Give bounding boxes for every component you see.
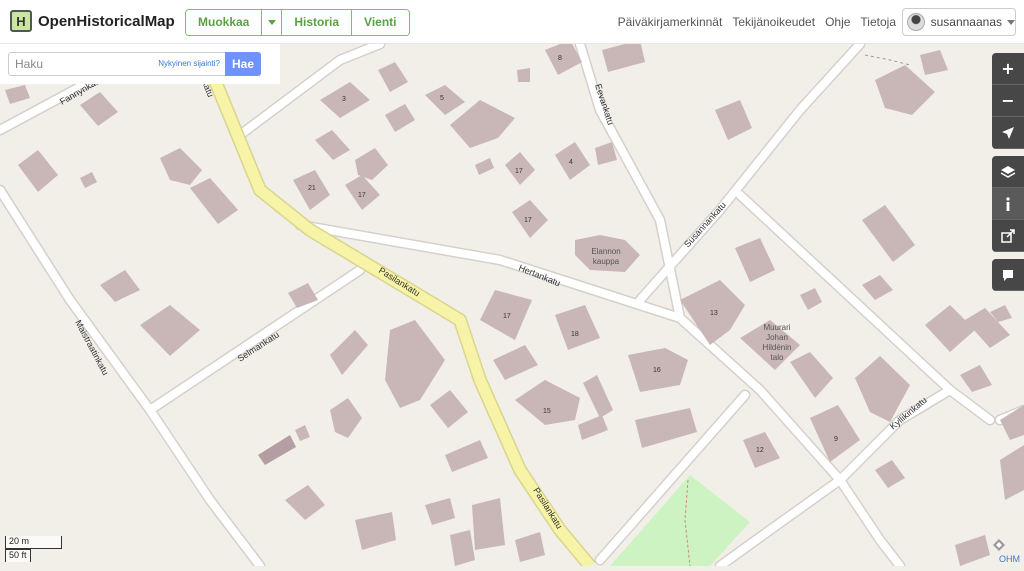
search-input[interactable] [9,53,149,75]
ohm-logo-icon: H [10,10,32,32]
scale-imperial: 50 ft [5,549,31,562]
poi-hilden-line3: Hildénin [763,343,792,352]
edit-button[interactable]: Muokkaa [186,10,262,35]
locate-button[interactable] [992,117,1024,149]
nav-help[interactable]: Ohje [825,15,850,29]
house-number: 17 [524,217,532,224]
map-canvas[interactable]: Fannynkatu katu Eevankatu Hertankatu Sus… [0,0,1024,566]
user-name: susannaanas [931,15,1002,29]
info-icon [1005,197,1011,211]
nav-about[interactable]: Tietoja [860,15,896,29]
attribution-link[interactable]: OHM [999,554,1020,564]
poi-hilden-line1: Muurari [763,323,790,332]
house-number: 17 [358,192,366,199]
house-number: 16 [653,367,661,374]
search-panel: Nykyinen sijainti? Hae [0,44,280,84]
top-header: H OpenHistoricalMap Muokkaa Historia Vie… [0,0,1024,44]
map-controls: + − [992,53,1024,298]
house-number: 4 [569,159,573,166]
share-icon [1000,228,1016,244]
user-menu-button[interactable]: susannaanas [902,8,1016,36]
ohm-attribution-icon [992,538,1006,552]
house-number: 9 [834,436,838,443]
house-number: 3 [342,96,346,103]
house-number: 12 [756,447,764,454]
house-number: 17 [503,313,511,320]
where-am-i-link[interactable]: Nykyinen sijainti? [158,59,220,68]
avatar [907,13,925,31]
house-number: 18 [571,331,579,338]
house-number: 5 [440,95,444,102]
edit-history-export-group: Muokkaa Historia Vienti [185,9,410,36]
nav-diary-entries[interactable]: Päiväkirjamerkinnät [618,15,723,29]
house-number: 15 [543,408,551,415]
secondary-nav: Päiväkirjamerkinnät Tekijänoikeudet Ohje… [608,0,896,44]
plus-icon: + [1001,59,1014,78]
note-button[interactable] [992,259,1024,291]
app-title: OpenHistoricalMap [38,13,175,30]
history-button[interactable]: Historia [282,10,352,35]
poi-hilden-line2: Johan [766,333,788,342]
layers-button[interactable] [992,156,1024,188]
search-box: Nykyinen sijainti? [8,52,226,76]
chevron-down-icon [268,20,276,25]
poi-hilden-line4: talo [771,353,784,362]
scale-bar: 20 m 50 ft [5,536,62,562]
share-button[interactable] [992,220,1024,252]
chevron-down-icon [1007,20,1015,25]
edit-dropdown-button[interactable] [262,10,282,35]
export-button[interactable]: Vienti [352,10,408,35]
poi-elannon-kauppa-line2: kauppa [593,257,620,266]
poi-elannon-kauppa-line1: Elannon [591,247,620,256]
app-logo[interactable]: H OpenHistoricalMap [10,10,175,32]
location-arrow-icon [1001,126,1015,140]
zoom-out-button[interactable]: − [992,85,1024,117]
search-go-button[interactable]: Hae [225,52,261,76]
house-number: 21 [308,185,316,192]
map-key-button[interactable] [992,188,1024,220]
scale-metric: 20 m [5,536,62,549]
layers-icon [1000,164,1016,180]
zoom-in-button[interactable]: + [992,53,1024,85]
minus-icon: − [1001,91,1014,110]
nav-copyright[interactable]: Tekijänoikeudet [732,15,815,29]
house-number: 13 [710,310,718,317]
comment-icon [1001,268,1015,282]
house-number: 8 [558,55,562,62]
house-number: 17 [515,168,523,175]
